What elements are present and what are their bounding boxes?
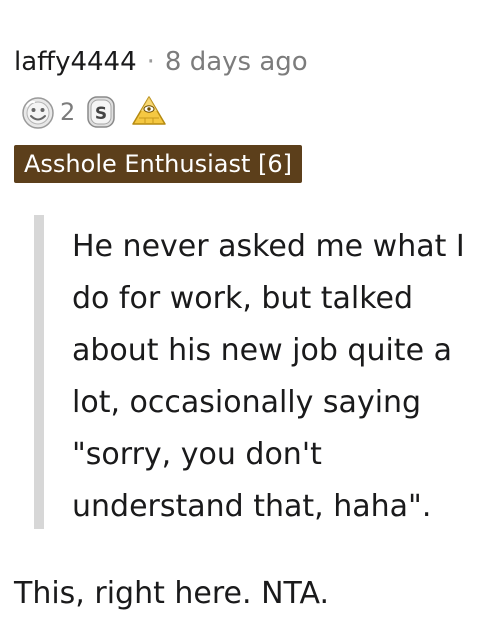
comment-meta: laffy4444 · 8 days ago xyxy=(14,44,308,80)
pyramid-award-icon[interactable] xyxy=(129,92,169,132)
coin-s-award-icon[interactable]: S xyxy=(81,92,121,132)
comment-timestamp[interactable]: 8 days ago xyxy=(165,47,308,77)
silver-award-count: 2 xyxy=(60,98,76,126)
user-flair-badge: Asshole Enthusiast [6] xyxy=(14,145,303,183)
quoted-text: He never asked me what I do for work, bu… xyxy=(72,229,465,524)
blockquote: He never asked me what I do for work, bu… xyxy=(34,215,482,529)
comment: laffy4444 · 8 days ago 2 S Asshole Enthu… xyxy=(0,0,494,632)
svg-text:S: S xyxy=(95,104,107,124)
awards-row: 2 S xyxy=(18,92,177,132)
comment-body-text: This, right here. NTA. xyxy=(14,576,330,611)
username-link[interactable]: laffy4444 xyxy=(14,47,137,77)
silver-award-icon[interactable] xyxy=(18,92,58,132)
meta-separator: · xyxy=(146,47,155,77)
